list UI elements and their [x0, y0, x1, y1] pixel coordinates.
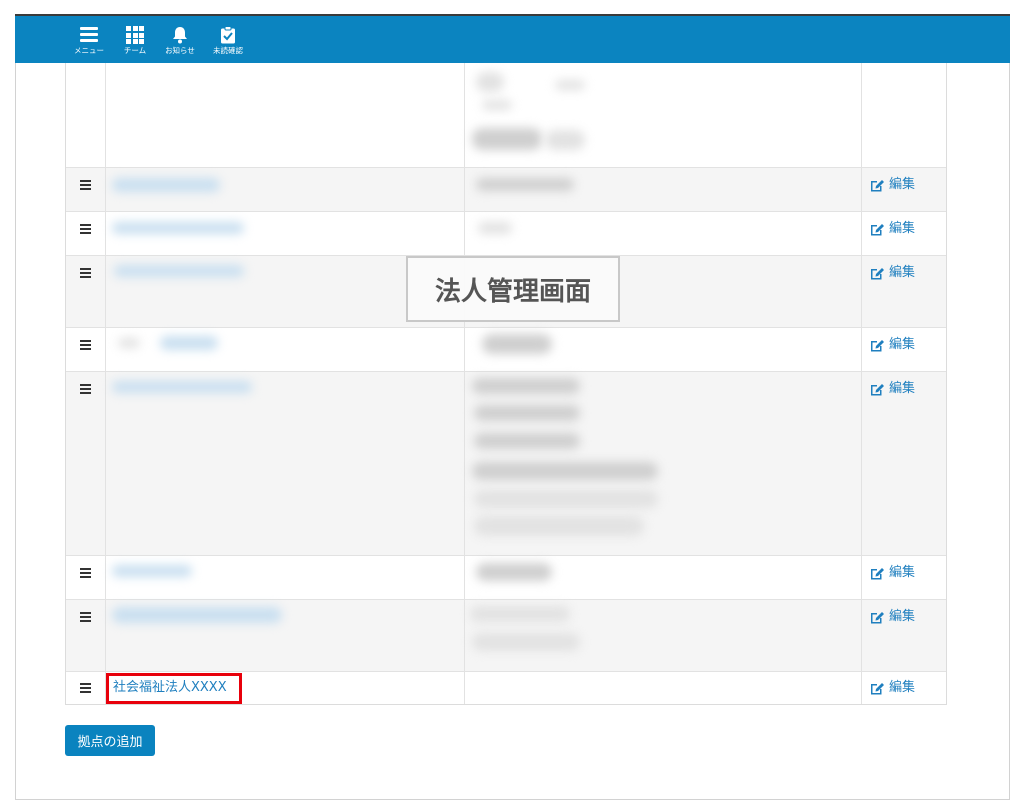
edit-link[interactable]: 編集 — [870, 336, 930, 354]
blurred-content — [472, 378, 580, 394]
edit-icon — [871, 224, 884, 236]
edit-label: 編集 — [889, 337, 916, 352]
edit-icon — [871, 180, 884, 192]
blurred-content — [476, 72, 504, 92]
blurred-content — [474, 433, 580, 449]
blurred-content — [112, 381, 252, 393]
edit-label: 編集 — [889, 609, 916, 624]
blurred-content — [474, 516, 644, 536]
blurred-content — [476, 563, 552, 581]
edit-label: 編集 — [889, 265, 916, 280]
nav-menu[interactable]: メニュー — [69, 24, 109, 60]
drag-handle-icon[interactable] — [80, 340, 91, 350]
edit-link[interactable]: 編集 — [870, 176, 930, 194]
edit-link[interactable]: 編集 — [870, 564, 930, 582]
blurred-content — [470, 606, 570, 622]
table-row: 社会福祉法人XXXX 編集 — [66, 671, 946, 704]
screen-title-overlay: 法人管理画面 — [406, 256, 620, 322]
menu-icon — [80, 26, 98, 44]
nav-menu-label: メニュー — [74, 46, 104, 55]
nav-team[interactable]: チーム — [115, 24, 155, 60]
edit-label: 編集 — [889, 177, 916, 192]
nav-unread-check-label: 未読確認 — [213, 46, 243, 55]
clipboard-check-icon — [219, 26, 237, 44]
blurred-content — [472, 462, 658, 480]
blurred-content — [112, 607, 282, 623]
edit-label: 編集 — [889, 565, 916, 580]
blurred-content — [474, 490, 658, 508]
nav-notifications[interactable]: お知らせ — [160, 24, 200, 60]
edit-icon — [871, 384, 884, 396]
grid-icon — [126, 26, 144, 44]
drag-handle-icon[interactable] — [80, 384, 91, 394]
blurred-content — [474, 405, 580, 421]
blurred-content — [112, 222, 244, 234]
drag-handle-icon[interactable] — [80, 224, 91, 234]
edit-link[interactable]: 編集 — [870, 220, 930, 238]
blurred-content — [114, 265, 244, 277]
edit-link[interactable]: 編集 — [870, 679, 930, 697]
drag-handle-icon[interactable] — [80, 568, 91, 578]
edit-icon — [871, 268, 884, 280]
blurred-content — [478, 222, 512, 234]
blurred-content — [160, 336, 218, 350]
blurred-content — [472, 633, 580, 651]
edit-icon — [871, 612, 884, 624]
edit-label: 編集 — [889, 680, 916, 695]
bell-icon — [171, 26, 189, 44]
blurred-content — [482, 100, 512, 110]
edit-link[interactable]: 編集 — [870, 380, 930, 398]
edit-link[interactable]: 編集 — [870, 608, 930, 626]
edit-label: 編集 — [889, 221, 916, 236]
edit-icon — [871, 683, 884, 695]
edit-icon — [871, 340, 884, 352]
drag-handle-icon[interactable] — [80, 268, 91, 278]
blurred-content — [482, 334, 552, 354]
table-row — [66, 63, 946, 167]
blurred-content — [555, 80, 585, 90]
blurred-content — [472, 128, 542, 150]
edit-label: 編集 — [889, 381, 916, 396]
drag-handle-icon[interactable] — [80, 683, 91, 693]
blurred-content — [112, 565, 192, 577]
blurred-content — [476, 178, 574, 191]
top-nav-bar: メニュー チーム お知らせ 未読確認 — [15, 14, 1010, 63]
add-office-button[interactable]: 拠点の追加 — [65, 725, 155, 756]
blurred-content — [112, 178, 220, 192]
blurred-content — [118, 338, 140, 348]
drag-handle-icon[interactable] — [80, 612, 91, 622]
nav-notifications-label: お知らせ — [165, 46, 195, 55]
nav-unread-check[interactable]: 未読確認 — [208, 24, 248, 60]
highlight-box — [106, 673, 242, 704]
drag-handle-icon[interactable] — [80, 180, 91, 190]
edit-link[interactable]: 編集 — [870, 264, 930, 282]
edit-icon — [871, 568, 884, 580]
blurred-content — [545, 130, 585, 150]
